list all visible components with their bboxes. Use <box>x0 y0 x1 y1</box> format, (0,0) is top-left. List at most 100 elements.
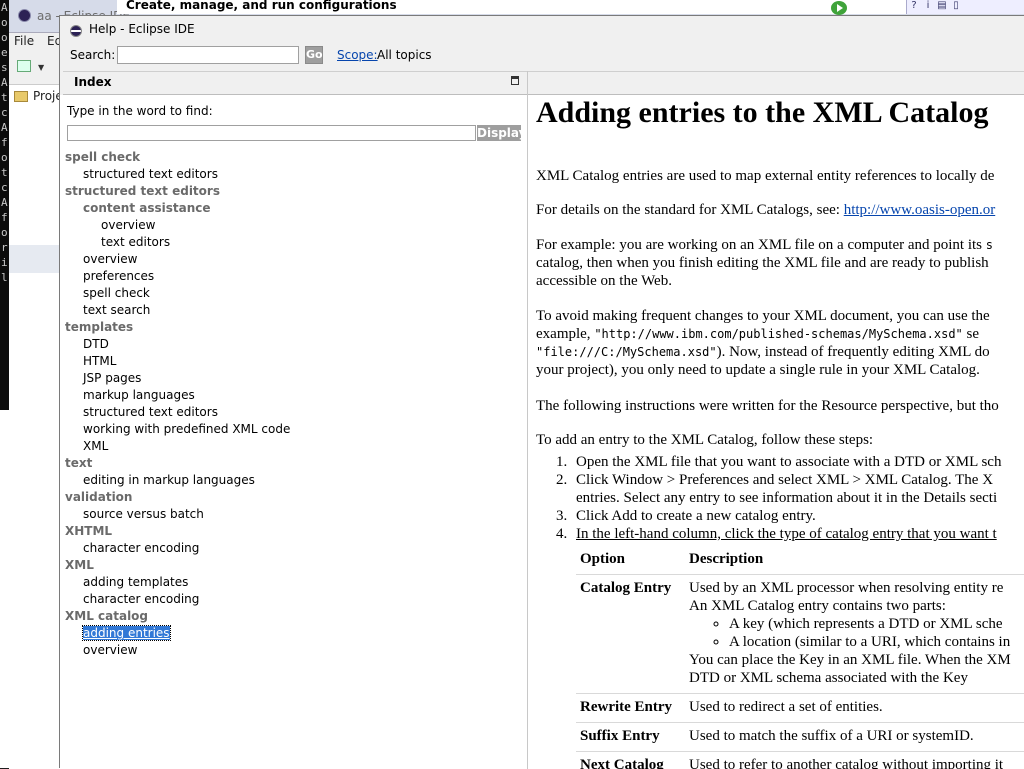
console-char: c <box>0 105 9 120</box>
index-entry-label: structured text editors <box>83 405 218 419</box>
search-bar: Search: Go Scope: All topics <box>60 44 1024 68</box>
index-entry[interactable]: character encoding <box>60 591 527 608</box>
console-char: t <box>0 90 9 105</box>
menu-file[interactable]: File <box>14 34 34 48</box>
help-window-title: Help - Eclipse IDE <box>89 22 195 36</box>
option-cell: Next Catalog <box>576 752 685 769</box>
index-entry-label: text <box>65 456 92 470</box>
index-keyword[interactable]: spell check <box>60 149 527 166</box>
paragraph-avoid-line4: your project), you only need to update a… <box>536 362 980 378</box>
index-entry-label: overview <box>83 252 137 266</box>
bullet-item: A location (similar to a URI, which cont… <box>729 633 1024 651</box>
index-entry[interactable]: structured text editors <box>60 166 527 183</box>
eclipse-logo-icon <box>70 25 82 37</box>
schema-url-code: "http://www.ibm.com/published-schemas/My… <box>594 327 962 341</box>
paragraph-example-line2: catalog, then when you finish editing th… <box>536 255 989 271</box>
file-url-code: "file:///C:/MySchema.xsd" <box>536 345 717 359</box>
description-line: You can place the Key in an XML file. Wh… <box>689 651 1024 669</box>
folder-icon <box>14 91 28 102</box>
go-button[interactable]: Go <box>305 46 323 64</box>
table-header-row: Option Description <box>576 546 1024 575</box>
index-entry[interactable]: adding templates <box>60 574 527 591</box>
index-entry-label: HTML <box>83 354 116 368</box>
paragraph-steps-intro: To add an entry to the XML Catalog, foll… <box>536 431 1024 449</box>
help-content: Adding entries to the XML Catalog XML Ca… <box>528 95 1024 769</box>
table-header-description: Description <box>685 546 1024 575</box>
index-entry[interactable]: text editors <box>60 234 527 251</box>
index-entry[interactable]: spell check <box>60 285 527 302</box>
paragraph-example: For example: you are working on an XML f… <box>536 236 1024 290</box>
display-button[interactable]: Display <box>477 125 521 141</box>
index-entry[interactable]: DTD <box>60 336 527 353</box>
step-text: entries. Select any entry to see informa… <box>576 490 997 506</box>
info-icon[interactable]: i <box>921 0 935 11</box>
index-entry[interactable]: structured text editors <box>60 404 527 421</box>
index-entry[interactable]: source versus batch <box>60 506 527 523</box>
index-entry[interactable]: content assistance <box>60 200 527 217</box>
index-entry-label: structured text editors <box>83 167 218 181</box>
index-entry[interactable]: adding entries <box>60 625 527 642</box>
index-entry[interactable]: HTML <box>60 353 527 370</box>
index-entry-label: working with predefined XML code <box>83 422 290 436</box>
run-configurations-banner: Create, manage, and run configurations <box>117 0 907 14</box>
index-entry[interactable]: character encoding <box>60 540 527 557</box>
oasis-link[interactable]: http://www.oasis-open.or <box>844 202 996 218</box>
description-cell: Used to refer to another catalog without… <box>685 752 1024 769</box>
content-view-header <box>528 71 1024 95</box>
console-char: o <box>0 225 9 240</box>
step-number: 4. <box>556 525 567 543</box>
index-entry[interactable]: text search <box>60 302 527 319</box>
paragraph-avoid-changes: To avoid making frequent changes to your… <box>536 307 1024 379</box>
table-row: Suffix Entry Used to match the suffix of… <box>576 723 1024 752</box>
scope-link[interactable]: Scope: <box>337 48 378 62</box>
console-char: c <box>0 180 9 195</box>
console-char: o <box>0 150 9 165</box>
index-keyword[interactable]: XML <box>60 557 527 574</box>
step-number: 1. <box>556 453 567 471</box>
chevron-down-icon[interactable]: ▼ <box>38 63 44 72</box>
new-wizard-icon[interactable] <box>17 60 31 72</box>
option-cell: Suffix Entry <box>576 723 685 752</box>
index-entry-label: source versus batch <box>83 507 204 521</box>
console-char: o <box>0 15 9 30</box>
toggle-icon[interactable]: ▯ <box>949 0 963 11</box>
index-keyword[interactable]: text <box>60 455 527 472</box>
index-entry[interactable]: editing in markup languages <box>60 472 527 489</box>
index-entry[interactable]: JSP pages <box>60 370 527 387</box>
index-entry[interactable]: markup languages <box>60 387 527 404</box>
index-entry-label: overview <box>101 218 155 232</box>
index-entry-label: content assistance <box>83 201 211 215</box>
step-text: Open the XML file that you want to assoc… <box>576 454 1001 470</box>
save-icon[interactable]: ▤ <box>935 0 949 11</box>
search-label: Search: <box>70 48 115 62</box>
index-keyword[interactable]: templates <box>60 319 527 336</box>
index-entry[interactable]: overview <box>60 642 527 659</box>
index-entry[interactable]: overview <box>60 251 527 268</box>
index-entry[interactable]: overview <box>60 217 527 234</box>
index-entry[interactable]: XML <box>60 438 527 455</box>
index-entry-label: spell check <box>65 150 140 164</box>
index-entry[interactable]: working with predefined XML code <box>60 421 527 438</box>
index-entry-label: JSP pages <box>83 371 141 385</box>
index-entry-label: editing in markup languages <box>83 473 255 487</box>
description-cell: Used by an XML processor when resolving … <box>685 575 1024 694</box>
maximize-icon[interactable] <box>511 76 519 85</box>
index-keyword[interactable]: XHTML <box>60 523 527 540</box>
index-entry[interactable]: preferences <box>60 268 527 285</box>
paragraph-intro: XML Catalog entries are used to map exte… <box>536 167 1024 185</box>
index-keyword[interactable]: XML catalog <box>60 608 527 625</box>
catalog-entry-options-table: Option Description Catalog Entry Used by… <box>576 546 1024 769</box>
index-entry-label: markup languages <box>83 388 195 402</box>
help-icon[interactable]: ? <box>907 0 921 11</box>
help-titlebar: Help - Eclipse IDE <box>60 16 1024 44</box>
paragraph-example-code: s <box>986 238 993 252</box>
index-view-title[interactable]: Index <box>74 75 111 89</box>
index-keyword[interactable]: validation <box>60 489 527 506</box>
index-entry-label: XML <box>65 558 94 572</box>
table-header-option: Option <box>576 546 685 575</box>
search-input[interactable] <box>117 46 299 64</box>
index-keyword[interactable]: structured text editors <box>60 183 527 200</box>
index-search-input[interactable] <box>67 125 476 141</box>
run-icon[interactable] <box>831 1 847 15</box>
step-text: Click Window > Preferences and select XM… <box>576 472 993 488</box>
